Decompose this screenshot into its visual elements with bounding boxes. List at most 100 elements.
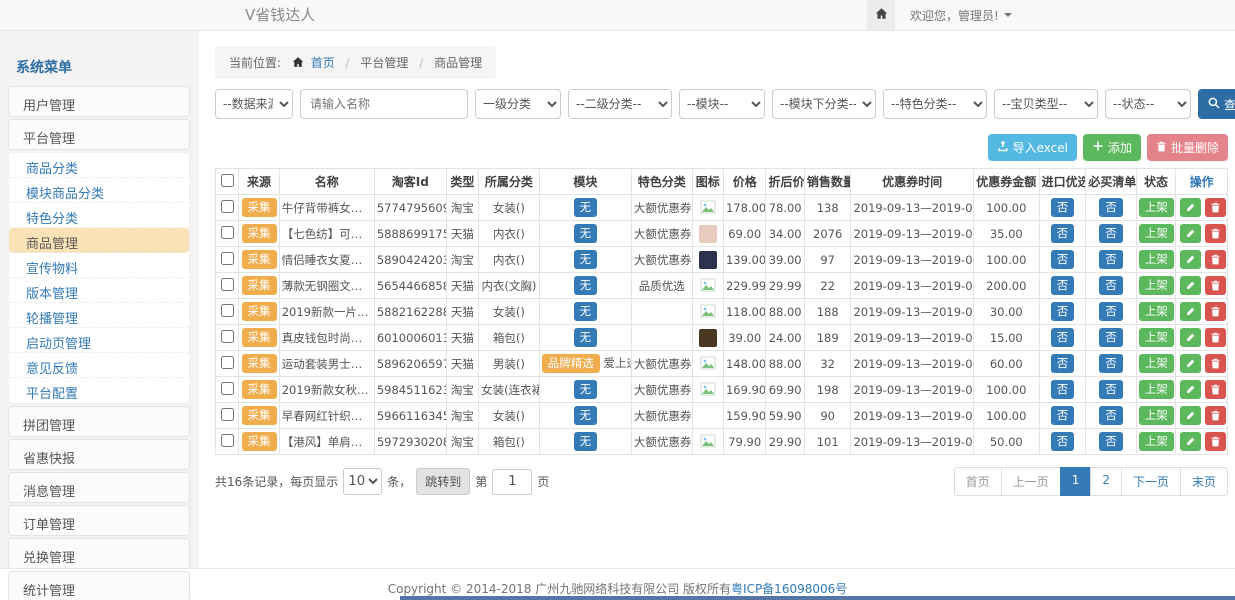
sidebar-item-group-buy-management[interactable]: 拼团管理 <box>8 406 190 437</box>
data-source-select[interactable]: --数据来源-- <box>215 89 293 119</box>
delete-button[interactable] <box>1205 276 1226 295</box>
page-button-1[interactable]: 1 <box>1060 467 1092 496</box>
import-select-toggle[interactable]: 否 <box>1051 224 1075 243</box>
row-checkbox[interactable] <box>221 330 234 343</box>
delete-button[interactable] <box>1205 302 1226 321</box>
delete-button[interactable] <box>1205 406 1226 425</box>
feature-category-select[interactable]: --特色分类-- <box>883 89 987 119</box>
sidebar-item-message-management[interactable]: 消息管理 <box>8 472 190 503</box>
item-type-select[interactable]: --宝贝类型-- <box>994 89 1098 119</box>
status-toggle[interactable]: 上架 <box>1139 380 1174 399</box>
status-toggle[interactable]: 上架 <box>1139 406 1174 425</box>
sidebar-item-platform-config[interactable]: 平台配置 <box>9 378 189 403</box>
edit-button[interactable] <box>1180 302 1201 321</box>
module-subcategory-select[interactable]: --模块下分类-- <box>772 89 876 119</box>
search-button[interactable]: 查询 <box>1198 89 1235 119</box>
must-buy-toggle[interactable]: 否 <box>1099 328 1123 347</box>
sidebar-item-promo-material[interactable]: 宣传物料 <box>9 253 189 278</box>
sidebar-item-product-management[interactable]: 商品管理 <box>9 228 189 253</box>
page-button-首页[interactable]: 首页 <box>954 467 1002 496</box>
batch-delete-button[interactable]: 批量删除 <box>1147 134 1228 161</box>
status-toggle[interactable]: 上架 <box>1139 302 1174 321</box>
delete-button[interactable] <box>1205 198 1226 217</box>
import-excel-button[interactable]: 导入excel <box>988 134 1077 161</box>
delete-button[interactable] <box>1205 250 1226 269</box>
edit-button[interactable] <box>1180 198 1201 217</box>
sidebar-item-platform-management[interactable]: 平台管理 <box>8 119 190 150</box>
must-buy-toggle[interactable]: 否 <box>1099 224 1123 243</box>
edit-button[interactable] <box>1180 432 1201 451</box>
sidebar-item-feedback[interactable]: 意见反馈 <box>9 353 189 378</box>
icp-link[interactable]: 粤ICP备16098006号 <box>731 582 847 596</box>
level2-category-select[interactable]: --二级分类-- <box>568 89 672 119</box>
must-buy-toggle[interactable]: 否 <box>1099 250 1123 269</box>
row-checkbox[interactable] <box>221 252 234 265</box>
delete-button[interactable] <box>1205 328 1226 347</box>
page-size-select[interactable]: 10 <box>343 468 382 495</box>
page-button-末页[interactable]: 末页 <box>1180 467 1228 496</box>
status-toggle[interactable]: 上架 <box>1139 224 1174 243</box>
delete-button[interactable] <box>1205 354 1226 373</box>
status-toggle[interactable]: 上架 <box>1139 328 1174 347</box>
import-select-toggle[interactable]: 否 <box>1051 354 1075 373</box>
user-menu[interactable]: 欢迎您，管理员! <box>910 7 1012 24</box>
status-toggle[interactable]: 上架 <box>1139 198 1174 217</box>
select-all-checkbox[interactable] <box>221 174 234 187</box>
edit-button[interactable] <box>1180 224 1201 243</box>
sidebar-item-product-category[interactable]: 商品分类 <box>9 153 189 178</box>
sidebar-item-version-management[interactable]: 版本管理 <box>9 278 189 303</box>
import-select-toggle[interactable]: 否 <box>1051 328 1075 347</box>
import-select-toggle[interactable]: 否 <box>1051 432 1075 451</box>
module-select[interactable]: --模块-- <box>679 89 765 119</box>
row-checkbox[interactable] <box>221 304 234 317</box>
edit-button[interactable] <box>1180 328 1201 347</box>
edit-button[interactable] <box>1180 250 1201 269</box>
row-checkbox[interactable] <box>221 278 234 291</box>
must-buy-toggle[interactable]: 否 <box>1099 302 1123 321</box>
level1-category-select[interactable]: 一级分类 <box>475 89 561 119</box>
delete-button[interactable] <box>1205 224 1226 243</box>
page-button-2[interactable]: 2 <box>1090 467 1122 496</box>
home-button[interactable] <box>867 0 895 30</box>
sidebar-item-saving-express[interactable]: 省惠快报 <box>8 439 190 470</box>
must-buy-toggle[interactable]: 否 <box>1099 276 1123 295</box>
page-number-input[interactable] <box>492 469 532 495</box>
name-search-input[interactable] <box>300 89 468 119</box>
page-button-下一页[interactable]: 下一页 <box>1121 467 1181 496</box>
breadcrumb-home-link[interactable]: 首页 <box>311 56 335 70</box>
edit-button[interactable] <box>1180 276 1201 295</box>
edit-button[interactable] <box>1180 406 1201 425</box>
row-checkbox[interactable] <box>221 434 234 447</box>
row-checkbox[interactable] <box>221 226 234 239</box>
import-select-toggle[interactable]: 否 <box>1051 276 1075 295</box>
must-buy-toggle[interactable]: 否 <box>1099 406 1123 425</box>
must-buy-toggle[interactable]: 否 <box>1099 198 1123 217</box>
must-buy-toggle[interactable]: 否 <box>1099 432 1123 451</box>
row-checkbox[interactable] <box>221 382 234 395</box>
import-select-toggle[interactable]: 否 <box>1051 198 1075 217</box>
row-checkbox[interactable] <box>221 200 234 213</box>
sidebar-item-stats-management[interactable]: 统计管理 <box>8 571 190 600</box>
sidebar-item-user-management[interactable]: 用户管理 <box>8 86 190 117</box>
sidebar-item-module-product-category[interactable]: 模块商品分类 <box>9 178 189 203</box>
row-checkbox[interactable] <box>221 408 234 421</box>
sidebar-item-feature-category[interactable]: 特色分类 <box>9 203 189 228</box>
import-select-toggle[interactable]: 否 <box>1051 380 1075 399</box>
jump-to-page-button[interactable]: 跳转到 <box>416 468 470 495</box>
must-buy-toggle[interactable]: 否 <box>1099 354 1123 373</box>
status-toggle[interactable]: 上架 <box>1139 354 1174 373</box>
sidebar-item-exchange-management[interactable]: 兑换管理 <box>8 538 190 569</box>
status-select[interactable]: --状态-- <box>1105 89 1191 119</box>
add-button[interactable]: 添加 <box>1083 134 1141 161</box>
sidebar-item-order-management[interactable]: 订单管理 <box>8 505 190 536</box>
sidebar-item-carousel-management[interactable]: 轮播管理 <box>9 303 189 328</box>
status-toggle[interactable]: 上架 <box>1139 276 1174 295</box>
status-toggle[interactable]: 上架 <box>1139 432 1174 451</box>
page-button-上一页[interactable]: 上一页 <box>1001 467 1061 496</box>
edit-button[interactable] <box>1180 354 1201 373</box>
import-select-toggle[interactable]: 否 <box>1051 406 1075 425</box>
edit-button[interactable] <box>1180 380 1201 399</box>
must-buy-toggle[interactable]: 否 <box>1099 380 1123 399</box>
delete-button[interactable] <box>1205 432 1226 451</box>
import-select-toggle[interactable]: 否 <box>1051 250 1075 269</box>
